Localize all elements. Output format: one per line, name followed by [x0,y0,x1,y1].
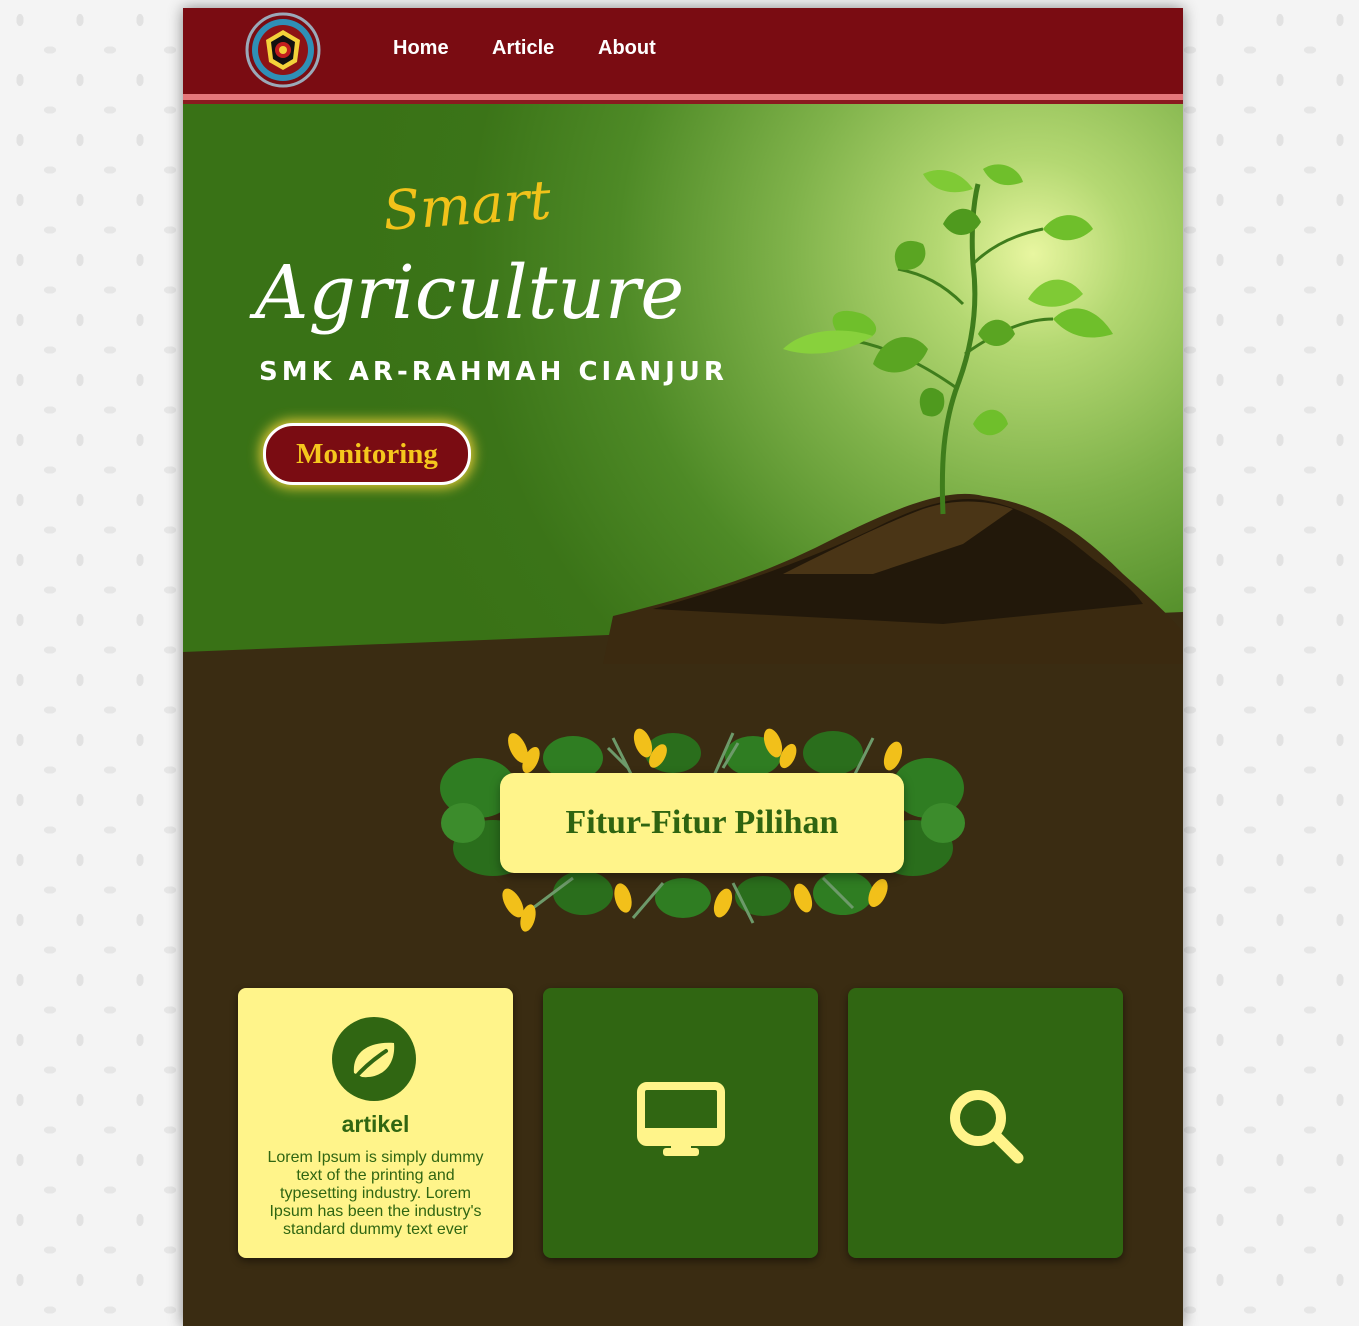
nav-article-link[interactable]: Article [492,37,554,60]
monitoring-button[interactable]: Monitoring [263,423,471,485]
feature-card-article[interactable]: artikel Lorem Ipsum is simply dummy text… [238,988,513,1258]
features-heading: Fitur-Fitur Pilihan [500,773,904,873]
navbar: Home Article About [183,8,1183,94]
card-description: Lorem Ipsum is simply dummy text of the … [267,1149,484,1238]
nav-home-link[interactable]: Home [393,37,449,60]
hero-title: Agriculture [255,250,685,336]
card-title: artikel [341,1111,410,1137]
leaf-icon-badge [332,1017,416,1101]
feature-card-monitor[interactable] [543,988,818,1258]
page: Home Article About Smart Agriculture SMK… [183,8,1183,1326]
hero-subtitle: SMK AR-RAHMAH CIANJUR [259,357,728,387]
search-icon [950,1090,1024,1164]
school-logo[interactable] [245,12,321,88]
feature-card-search[interactable] [848,988,1123,1258]
hero-script-title: Smart [381,168,553,243]
monitor-icon [637,1082,725,1156]
nav-about-link[interactable]: About [598,37,656,60]
leaf-icon [352,1042,395,1081]
